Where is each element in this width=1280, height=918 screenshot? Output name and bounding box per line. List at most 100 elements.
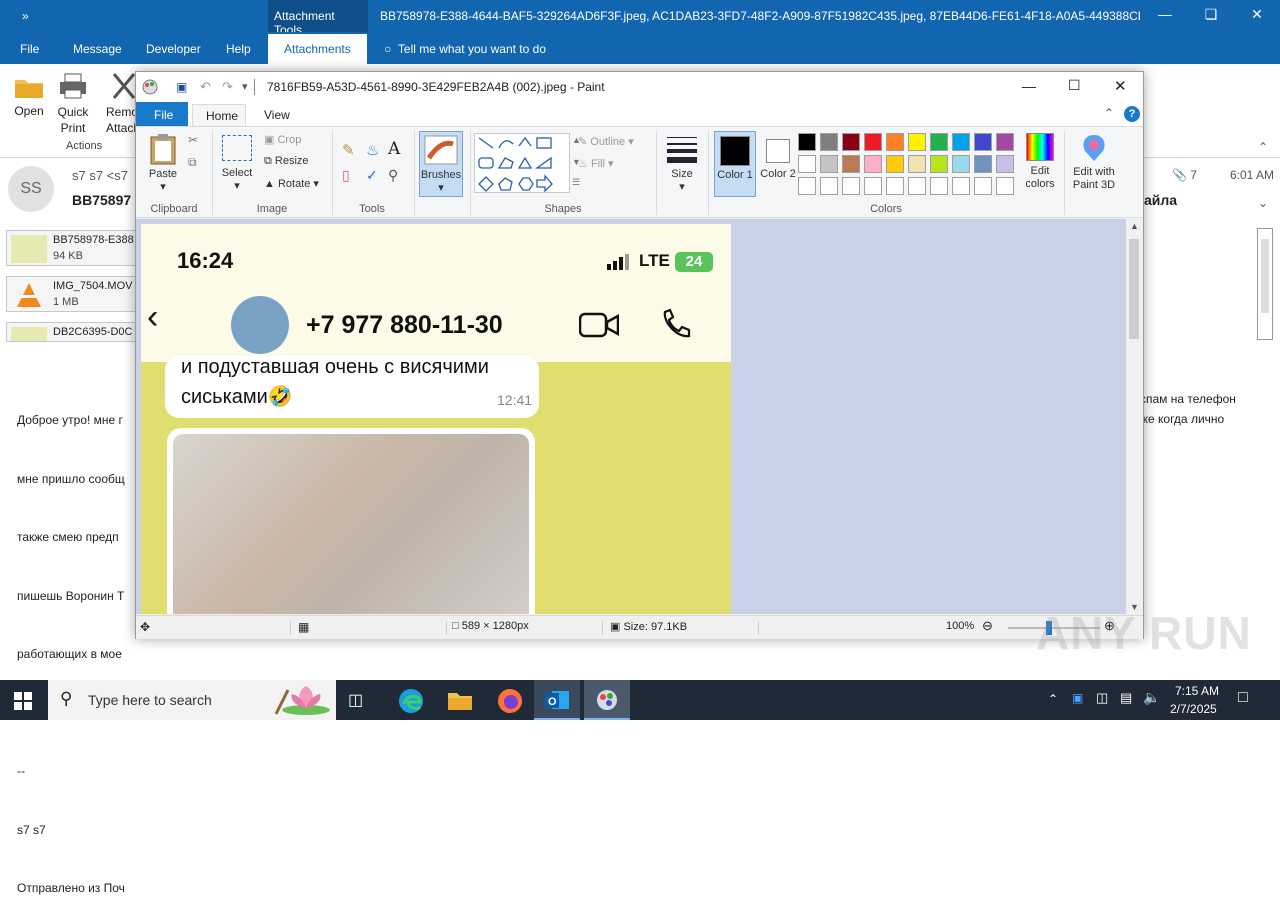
- pencil-icon[interactable]: ✎: [342, 141, 355, 159]
- palette-swatch[interactable]: [864, 155, 882, 173]
- tab-developer[interactable]: Developer: [146, 42, 201, 56]
- palette-swatch[interactable]: [996, 177, 1014, 195]
- attachment-scrollbar[interactable]: [1257, 228, 1273, 340]
- tab-file[interactable]: File: [20, 42, 39, 56]
- palette-swatch[interactable]: [908, 155, 926, 173]
- palette-swatch[interactable]: [908, 133, 926, 151]
- palette-swatch[interactable]: [798, 133, 816, 151]
- select-button[interactable]: Select ▾: [220, 135, 254, 192]
- cut-icon[interactable]: ✂: [188, 133, 198, 147]
- fill-button[interactable]: ♨ Fill ▾: [578, 157, 614, 170]
- taskbar-outlook[interactable]: O: [534, 680, 580, 720]
- redo-icon[interactable]: ↷: [222, 79, 233, 95]
- customize-qat-icon[interactable]: ▾: [242, 80, 248, 93]
- fill-bucket-icon[interactable]: ♨: [366, 141, 379, 159]
- tab-help[interactable]: Help: [226, 42, 251, 56]
- minimize-icon[interactable]: —: [1150, 6, 1180, 22]
- palette-swatch[interactable]: [820, 155, 838, 173]
- outlook-tray-icon[interactable]: ▣: [1072, 691, 1083, 705]
- palette-swatch[interactable]: [842, 133, 860, 151]
- restore-icon[interactable]: ❏: [1196, 6, 1226, 23]
- network-icon[interactable]: ▤: [1120, 690, 1132, 706]
- help-icon[interactable]: ?: [1124, 106, 1140, 122]
- brushes-button[interactable]: Brushes ▾: [419, 131, 463, 197]
- save-icon[interactable]: ▣: [176, 80, 187, 94]
- device-icon[interactable]: ◫: [1096, 690, 1108, 706]
- notifications-icon[interactable]: □: [1238, 689, 1248, 707]
- palette-swatch[interactable]: [886, 133, 904, 151]
- maximize-icon[interactable]: ☐: [1068, 77, 1081, 94]
- tab-view[interactable]: View: [264, 108, 290, 122]
- zoom-out-icon[interactable]: ⊖: [982, 618, 993, 634]
- clock-date[interactable]: 2/7/2025: [1170, 702, 1217, 716]
- tab-attachments[interactable]: Attachments: [268, 34, 367, 64]
- taskbar-paint[interactable]: [584, 680, 630, 720]
- palette-swatch[interactable]: [820, 133, 838, 151]
- quick-print-button[interactable]: Quick Print: [52, 72, 94, 136]
- palette-swatch[interactable]: [930, 177, 948, 195]
- palette-swatch[interactable]: [886, 155, 904, 173]
- rotate-button[interactable]: ▲ Rotate ▾: [264, 177, 319, 190]
- attachment-item[interactable]: BB758978-E388 94 KB: [6, 230, 136, 266]
- palette-swatch[interactable]: [798, 155, 816, 173]
- palette-swatch[interactable]: [820, 177, 838, 195]
- remove-attachment-button[interactable]: Remove Attach: [98, 72, 138, 136]
- minimize-icon[interactable]: —: [1022, 78, 1036, 94]
- text-tool-icon[interactable]: A: [388, 139, 400, 159]
- palette-swatch[interactable]: [798, 177, 816, 195]
- palette-swatch[interactable]: [930, 155, 948, 173]
- copy-icon[interactable]: ⧉: [188, 155, 197, 170]
- quick-access-more[interactable]: »: [22, 9, 29, 23]
- crop-button[interactable]: ▣ Crop: [264, 133, 301, 146]
- color1-button[interactable]: Color 1: [714, 131, 756, 197]
- tab-home[interactable]: Home: [192, 104, 246, 127]
- firefox-icon[interactable]: [497, 688, 523, 714]
- palette-swatch[interactable]: [842, 155, 860, 173]
- palette-swatch[interactable]: [864, 177, 882, 195]
- attachment-item[interactable]: IMG_7504.MOV 1 MB: [6, 276, 136, 312]
- tab-file[interactable]: File: [136, 102, 188, 126]
- edit-colors-button[interactable]: Edit colors: [1020, 133, 1060, 191]
- close-icon[interactable]: ✕: [1114, 77, 1127, 95]
- palette-swatch[interactable]: [864, 133, 882, 151]
- palette-swatch[interactable]: [930, 133, 948, 151]
- windows-start-icon[interactable]: [14, 692, 32, 710]
- canvas-vertical-scrollbar[interactable]: ▲ ▼: [1126, 219, 1143, 614]
- close-icon[interactable]: ✕: [1242, 6, 1272, 23]
- undo-icon[interactable]: ↶: [200, 79, 211, 95]
- palette-swatch[interactable]: [908, 177, 926, 195]
- tell-me-box[interactable]: ○ Tell me what you want to do: [384, 42, 546, 56]
- show-hidden-icons[interactable]: ⌃: [1048, 692, 1058, 706]
- shapes-more-icon[interactable]: ☰: [572, 177, 580, 188]
- tab-message[interactable]: Message: [73, 42, 122, 56]
- shapes-gallery[interactable]: [474, 133, 570, 193]
- palette-swatch[interactable]: [952, 155, 970, 173]
- palette-swatch[interactable]: [996, 133, 1014, 151]
- taskbar-search[interactable]: ⚲ Type here to search: [48, 680, 336, 720]
- volume-icon[interactable]: 🔈: [1143, 689, 1160, 706]
- edit-with-paint3d-button[interactable]: Edit with Paint 3D: [1068, 133, 1120, 192]
- clock-time[interactable]: 7:15 AM: [1172, 684, 1222, 698]
- palette-swatch[interactable]: [952, 133, 970, 151]
- size-button[interactable]: Size ▾: [662, 133, 702, 193]
- file-explorer-icon[interactable]: [447, 689, 473, 711]
- expand-header-icon[interactable]: ⌄: [1258, 196, 1268, 210]
- magnifier-icon[interactable]: ⚲: [388, 167, 398, 184]
- collapse-ribbon-icon[interactable]: ⌃: [1258, 140, 1268, 154]
- paste-button[interactable]: Paste ▾: [146, 133, 180, 193]
- palette-swatch[interactable]: [842, 177, 860, 195]
- palette-swatch[interactable]: [952, 177, 970, 195]
- resize-button[interactable]: ⧉ Resize: [264, 155, 309, 168]
- outline-button[interactable]: ✎ Outline ▾: [578, 135, 634, 148]
- open-button[interactable]: Open: [8, 72, 50, 118]
- eraser-icon[interactable]: ▯: [342, 167, 350, 184]
- palette-swatch[interactable]: [974, 177, 992, 195]
- collapse-ribbon-icon[interactable]: ⌃: [1104, 106, 1114, 120]
- edge-icon[interactable]: [398, 688, 424, 714]
- color-picker-icon[interactable]: ✓: [366, 167, 378, 184]
- attachment-item[interactable]: DB2C6395-D0C: [6, 322, 136, 342]
- palette-swatch[interactable]: [886, 177, 904, 195]
- color2-button[interactable]: Color 2: [758, 131, 798, 197]
- task-view-icon[interactable]: ◫: [348, 690, 363, 710]
- palette-swatch[interactable]: [974, 133, 992, 151]
